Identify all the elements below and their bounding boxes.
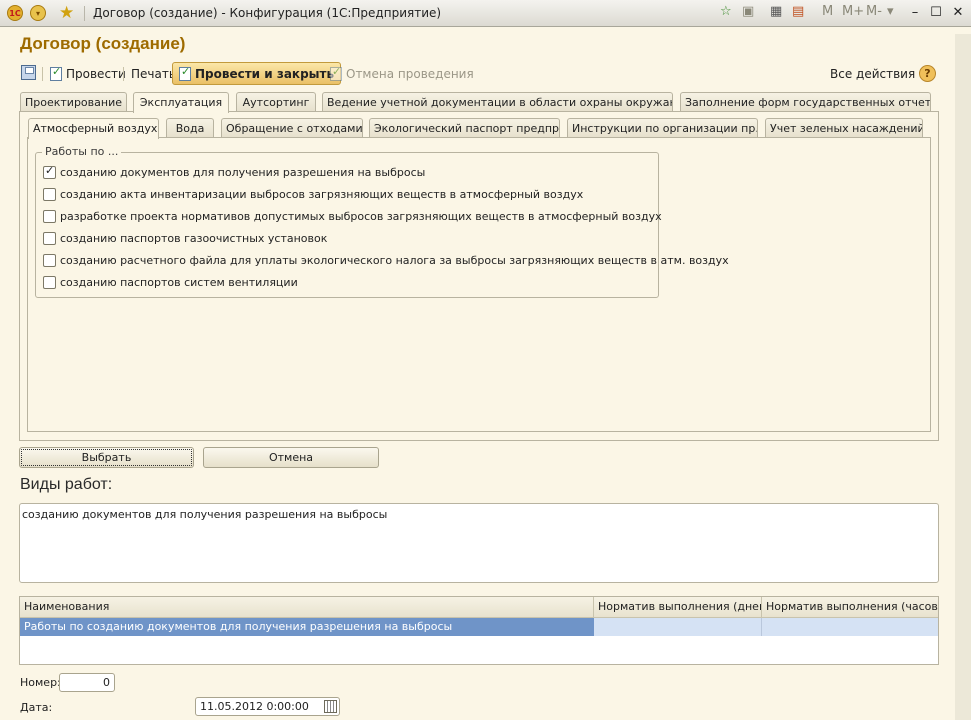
- checkbox[interactable]: [43, 253, 56, 267]
- work-checkbox-row[interactable]: созданию акта инвентаризации выбросов за…: [43, 185, 583, 203]
- tab-outsourcing[interactable]: Аутсортинг: [236, 92, 316, 112]
- table-row[interactable]: Работы по созданию документов для получе…: [20, 618, 938, 636]
- cancel-post-doc-icon: [330, 65, 342, 81]
- main-menu-icon[interactable]: ▾: [30, 5, 46, 21]
- print-button[interactable]: Печать: [131, 64, 176, 84]
- window-titlebar: 1С ▾ ★ Договор (создание) - Конфигурация…: [0, 0, 971, 27]
- maximize-button[interactable]: ☐: [927, 4, 945, 22]
- number-input[interactable]: 0: [59, 673, 115, 692]
- calculator-icon[interactable]: ▦: [770, 4, 782, 19]
- outer-tabs: Проектирование Эксплуатация Аутсортинг В…: [20, 92, 940, 113]
- tab-operation[interactable]: Эксплуатация: [133, 92, 229, 113]
- works-group-title: Работы по ...: [42, 145, 122, 158]
- date-label: Дата:: [20, 701, 53, 714]
- history-icon[interactable]: ▣: [742, 4, 754, 19]
- select-button[interactable]: Выбрать: [19, 447, 194, 468]
- favorites-star-icon[interactable]: ★: [59, 3, 74, 23]
- work-types-textarea[interactable]: созданию документов для получения разреш…: [19, 503, 939, 583]
- minimize-button[interactable]: –: [906, 4, 924, 22]
- post-doc-icon: [50, 65, 62, 81]
- dropdown-chevron-icon[interactable]: ▾: [887, 4, 894, 19]
- cancel-button[interactable]: Отмена: [203, 447, 379, 468]
- table-cell-hours[interactable]: [762, 618, 938, 636]
- column-header-days[interactable]: Норматив выполнения (дней): [594, 597, 762, 618]
- tab-instructions[interactable]: Инструкции по организации пр...: [567, 118, 758, 138]
- memory-m-button[interactable]: M: [822, 4, 833, 19]
- memory-minus-button[interactable]: M-: [866, 4, 882, 19]
- work-types-label: Виды работ:: [20, 476, 113, 493]
- form-toolbar: Провести Печать Провести и закрыть Отмен…: [0, 62, 950, 86]
- checkbox[interactable]: [43, 187, 56, 201]
- tab-documentation[interactable]: Ведение учетной документации в области о…: [322, 92, 673, 112]
- form-title: Договор (создание): [20, 34, 186, 53]
- checkbox[interactable]: [43, 164, 56, 179]
- cancel-posting-label: Отмена проведения: [346, 67, 474, 81]
- calendar-picker-icon[interactable]: [324, 700, 337, 713]
- date-value: 11.05.2012 0:00:00: [200, 700, 309, 713]
- works-table: Наименования Норматив выполнения (дней) …: [19, 596, 939, 665]
- tab-green-spaces[interactable]: Учет зеленых насаждений: [765, 118, 923, 138]
- post-and-close-button[interactable]: Провести и закрыть: [172, 62, 342, 85]
- work-checkbox-row[interactable]: созданию паспортов систем вентиляции: [43, 273, 298, 291]
- checkbox-label: созданию акта инвентаризации выбросов за…: [60, 187, 584, 201]
- tab-eco-passport[interactable]: Экологический паспорт предпр...: [369, 118, 560, 138]
- post-and-close-label: Провести и закрыть: [195, 66, 335, 81]
- column-header-name[interactable]: Наименования: [20, 597, 594, 618]
- table-cell-name[interactable]: Работы по созданию документов для получе…: [20, 618, 594, 636]
- tab-atmospheric-air[interactable]: Атмосферный воздух: [28, 118, 159, 139]
- save-icon[interactable]: [21, 65, 36, 80]
- toolbar-separator: [123, 67, 124, 81]
- toolbar-separator: [42, 67, 43, 81]
- post-button[interactable]: Провести: [50, 64, 126, 84]
- cancel-posting-button[interactable]: Отмена проведения: [330, 64, 474, 84]
- work-checkbox-row[interactable]: созданию документов для получения разреш…: [43, 163, 425, 181]
- tab-state-reports[interactable]: Заполнение форм государственных отчетов: [680, 92, 931, 112]
- checkbox[interactable]: [43, 275, 56, 289]
- memory-plus-button[interactable]: M+: [842, 4, 864, 19]
- tab-design[interactable]: Проектирование: [20, 92, 127, 112]
- titlebar-separator: [84, 6, 85, 21]
- column-header-hours[interactable]: Норматив выполнения (часов): [762, 597, 938, 618]
- table-cell-days[interactable]: [594, 618, 762, 636]
- checkbox-label: созданию документов для получения разреш…: [60, 165, 426, 179]
- checkbox-label: разработке проекта нормативов допустимых…: [60, 209, 662, 223]
- window-title: Договор (создание) - Конфигурация (1С:Пр…: [93, 6, 442, 20]
- close-button[interactable]: ✕: [949, 4, 967, 22]
- number-label: Номер:: [20, 676, 61, 689]
- post-label: Провести: [66, 67, 126, 81]
- add-favorite-icon[interactable]: ☆: [720, 4, 732, 19]
- app-logo-icon[interactable]: 1С: [7, 5, 23, 21]
- work-checkbox-row[interactable]: созданию паспортов газоочистных установо…: [43, 229, 327, 247]
- checkbox[interactable]: [43, 209, 56, 223]
- all-actions-menu[interactable]: Все действия ▾: [830, 64, 925, 84]
- checkbox-label: созданию паспортов систем вентиляции: [60, 275, 298, 289]
- checkbox[interactable]: [43, 231, 56, 245]
- vertical-scrollbar[interactable]: [955, 34, 971, 720]
- tab-waste[interactable]: Обращение с отходами: [221, 118, 363, 138]
- checkbox-label: созданию паспортов газоочистных установо…: [60, 231, 328, 245]
- work-checkbox-row[interactable]: созданию расчетного файла для уплаты эко…: [43, 251, 729, 269]
- tab-water[interactable]: Вода: [166, 118, 214, 138]
- post-close-doc-icon: [179, 65, 191, 81]
- checkbox-label: созданию расчетного файла для уплаты эко…: [60, 253, 729, 267]
- date-input[interactable]: 11.05.2012 0:00:00: [195, 697, 340, 716]
- calendar-icon[interactable]: ▤: [792, 4, 804, 19]
- work-checkbox-row[interactable]: разработке проекта нормативов допустимых…: [43, 207, 662, 225]
- help-icon[interactable]: ?: [919, 65, 936, 82]
